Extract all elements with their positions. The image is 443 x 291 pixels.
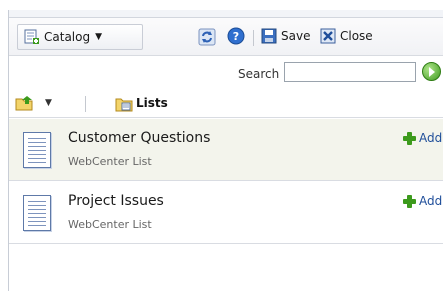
- add-list-button[interactable]: Add: [403, 131, 442, 145]
- list-item-title[interactable]: Customer Questions: [68, 130, 210, 146]
- list-item-type: WebCenter List: [68, 155, 152, 168]
- folder-up-icon: [15, 95, 35, 111]
- search-label: Search: [238, 67, 280, 81]
- list-item-title[interactable]: Project Issues: [68, 193, 164, 209]
- folder-up-button[interactable]: ▼: [15, 94, 52, 112]
- toolbar: Catalog ▼ ? Save Close: [9, 18, 443, 56]
- list-document-icon: [23, 132, 51, 168]
- panel-top-strip: [9, 10, 443, 18]
- catalog-add-icon: [24, 29, 40, 45]
- chevron-down-icon: ▼: [45, 98, 52, 108]
- save-button[interactable]: Save: [261, 24, 310, 48]
- refresh-button[interactable]: [198, 24, 218, 48]
- close-button[interactable]: Close: [320, 24, 373, 48]
- save-disk-icon: [261, 28, 277, 44]
- add-label: Add: [419, 194, 443, 208]
- plus-icon: [403, 131, 416, 145]
- list-document-icon: [23, 195, 51, 231]
- plus-icon: [403, 194, 416, 208]
- help-button[interactable]: ?: [227, 24, 249, 48]
- svg-text:?: ?: [233, 30, 239, 43]
- close-label: Close: [340, 29, 373, 43]
- catalog-panel: Catalog ▼ ? Save Close Search ▼ Lists Cu…: [8, 10, 443, 291]
- chevron-down-icon: ▼: [95, 32, 103, 42]
- toolbar-separator: [253, 30, 254, 46]
- breadcrumb-current: Lists: [136, 96, 168, 110]
- go-arrow-icon[interactable]: [422, 62, 441, 81]
- add-list-button[interactable]: Add: [403, 194, 442, 208]
- list-item-type: WebCenter List: [68, 218, 152, 231]
- refresh-icon: [198, 28, 216, 46]
- help-icon: ?: [227, 27, 245, 45]
- add-label: Add: [419, 131, 443, 145]
- save-label: Save: [281, 29, 311, 43]
- folder-list-icon: [115, 96, 133, 112]
- breadcrumb-separator: [85, 96, 86, 112]
- catalog-menu-button[interactable]: Catalog ▼: [17, 24, 143, 50]
- breadcrumb: ▼: [9, 90, 443, 118]
- list-item[interactable]: Project Issues WebCenter List Add: [9, 182, 443, 244]
- search-input[interactable]: [284, 62, 416, 82]
- list-item[interactable]: Customer Questions WebCenter List Add: [9, 119, 443, 181]
- close-x-icon: [320, 28, 336, 44]
- catalog-label: Catalog: [44, 30, 91, 44]
